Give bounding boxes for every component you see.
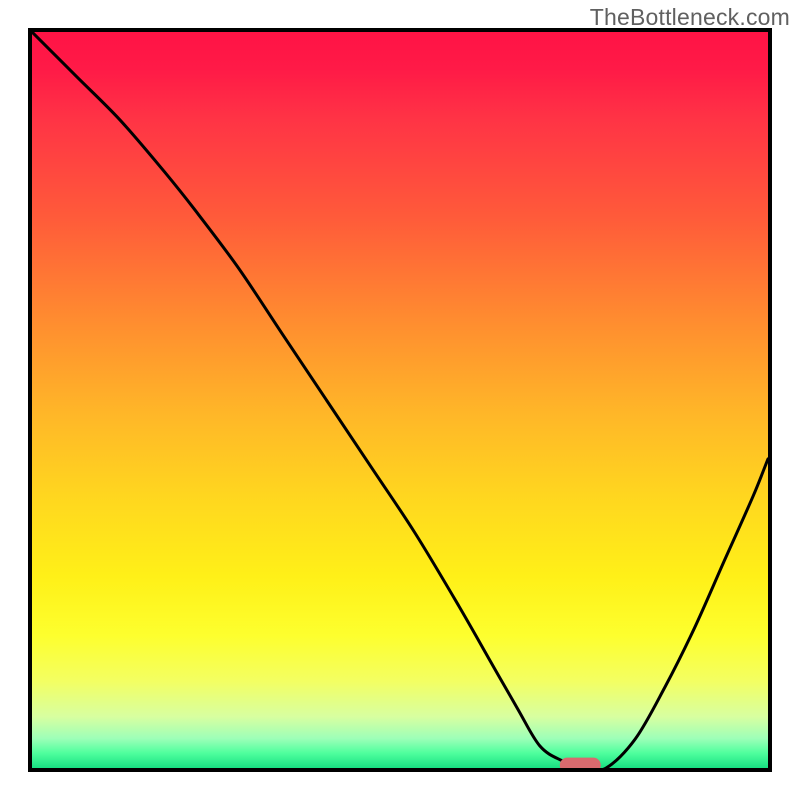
plot-frame xyxy=(28,28,772,772)
optimal-point-marker xyxy=(560,758,600,772)
watermark-text: TheBottleneck.com xyxy=(590,4,790,31)
chart-container: TheBottleneck.com xyxy=(0,0,800,800)
bottleneck-curve xyxy=(32,32,768,768)
